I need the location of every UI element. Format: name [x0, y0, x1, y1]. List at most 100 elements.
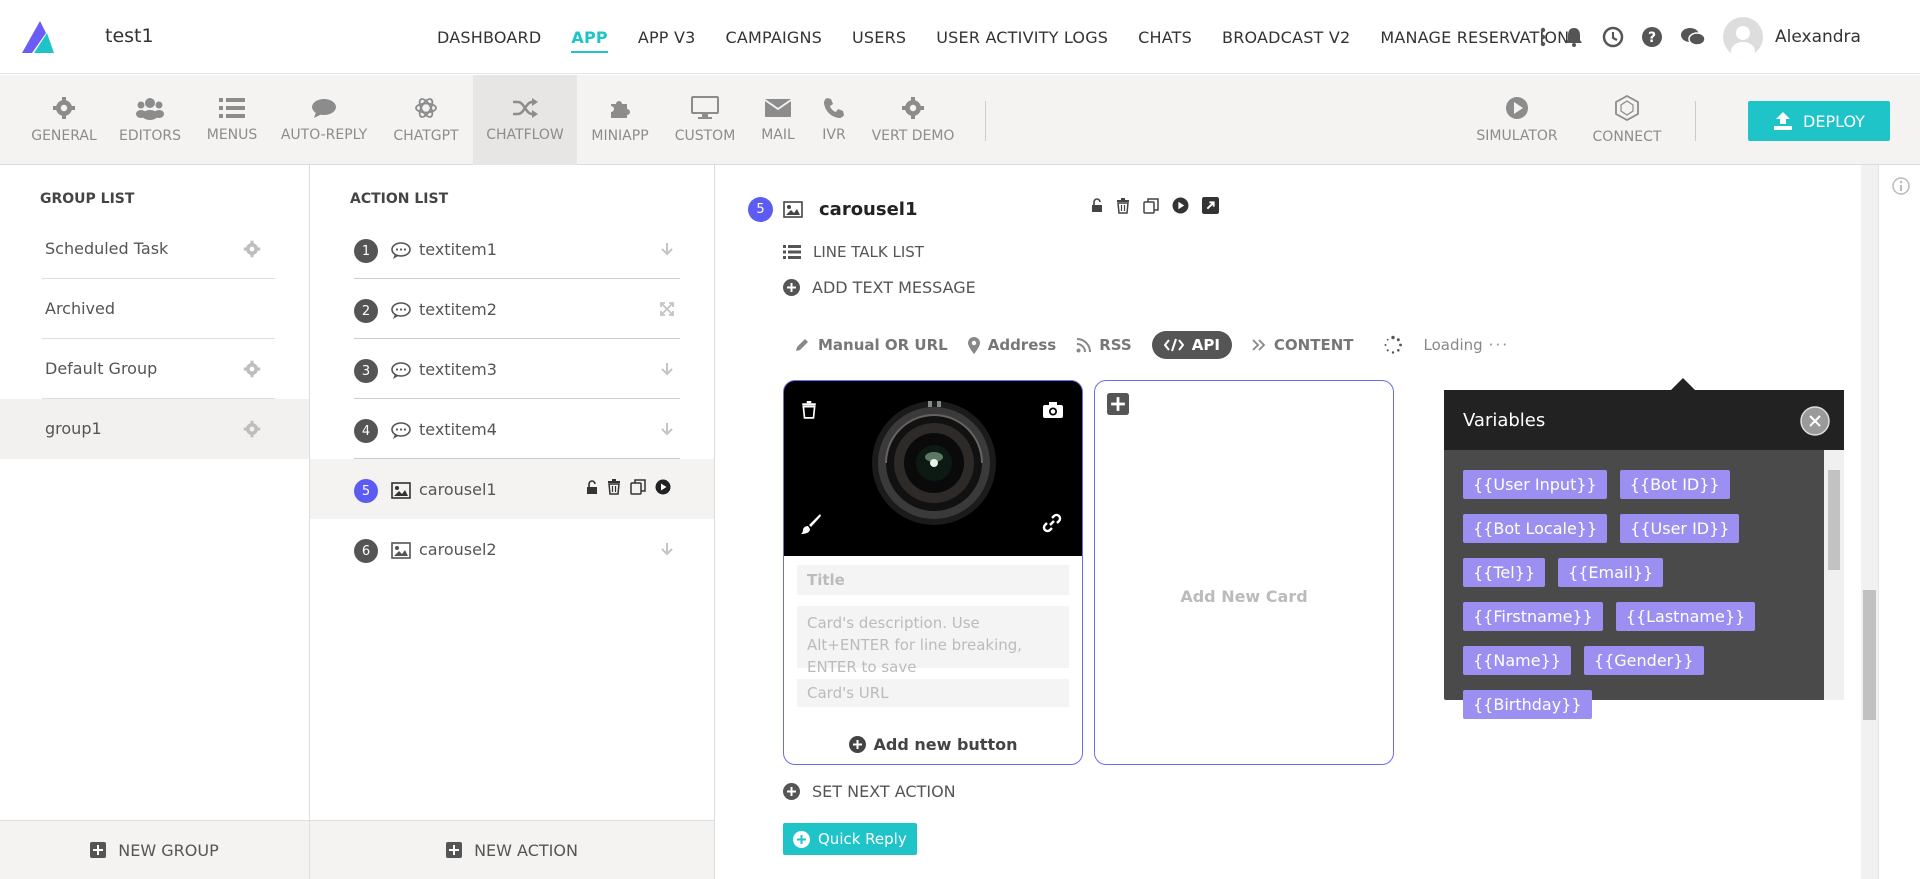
- gear-icon[interactable]: [243, 240, 261, 258]
- nav-broadcast-v2[interactable]: BROADCAST V2: [1222, 22, 1350, 53]
- action-item-textitem1[interactable]: 1 textitem1: [310, 219, 714, 279]
- action-item-textitem4[interactable]: 4 textitem4: [310, 399, 714, 459]
- unlock-icon[interactable]: [586, 479, 598, 495]
- toolbar-miniapp[interactable]: MINIAPP: [590, 75, 650, 165]
- variable-chip[interactable]: {{Name}}: [1463, 646, 1571, 675]
- deploy-button[interactable]: DEPLOY: [1748, 101, 1890, 141]
- tab-manual-or-url[interactable]: Manual OR URL: [794, 336, 948, 354]
- brush-icon[interactable]: [800, 513, 822, 535]
- group-item-default-group[interactable]: Default Group: [0, 339, 309, 399]
- action-item-carousel1[interactable]: 5 carousel1: [310, 459, 714, 519]
- toolbar-simulator[interactable]: SIMULATOR: [1476, 75, 1558, 165]
- variable-chip[interactable]: {{Tel}}: [1463, 558, 1546, 587]
- main-scrollbar[interactable]: [1861, 165, 1878, 879]
- action-item-textitem3[interactable]: 3 textitem3: [310, 339, 714, 399]
- arrow-down-icon[interactable]: [660, 542, 674, 556]
- chat-icon[interactable]: [1680, 26, 1706, 48]
- gear-icon: [901, 96, 925, 120]
- tab-rss[interactable]: RSS: [1076, 336, 1132, 354]
- card-description-input[interactable]: Card's description. Use Alt+ENTER for li…: [797, 606, 1069, 676]
- variable-chip[interactable]: {{User ID}}: [1620, 514, 1740, 543]
- unlock-icon[interactable]: [1091, 198, 1103, 213]
- nav-app[interactable]: APP: [571, 22, 609, 53]
- toolbar-menus[interactable]: MENUS: [204, 75, 260, 165]
- tab-address[interactable]: Address: [967, 336, 1056, 354]
- variable-chip[interactable]: {{Bot Locale}}: [1463, 514, 1608, 543]
- toolbar-auto-reply[interactable]: AUTO-REPLY: [281, 75, 367, 165]
- variable-chip[interactable]: {{Lastname}}: [1615, 602, 1756, 631]
- camera-icon[interactable]: [1042, 401, 1064, 419]
- action-item-textitem2[interactable]: 2 textitem2: [310, 279, 714, 339]
- tab-content[interactable]: CONTENT: [1252, 336, 1353, 354]
- copy-icon[interactable]: [630, 479, 646, 495]
- arrow-down-icon[interactable]: [660, 422, 674, 436]
- play-circle-icon[interactable]: [1172, 197, 1189, 214]
- quick-reply-button[interactable]: Quick Reply: [783, 823, 917, 855]
- nav-dashboard[interactable]: DASHBOARD: [437, 22, 541, 53]
- variable-chip[interactable]: {{Birthday}}: [1463, 690, 1592, 719]
- plus-square-icon[interactable]: [1107, 393, 1129, 415]
- arrow-down-icon[interactable]: [660, 242, 674, 256]
- link-icon[interactable]: [1042, 513, 1062, 533]
- arrow-down-icon[interactable]: [660, 362, 674, 376]
- history-icon[interactable]: [1602, 26, 1624, 48]
- nav-app-v3[interactable]: APP V3: [638, 22, 696, 53]
- variable-chip[interactable]: {{User Input}}: [1463, 470, 1607, 499]
- toolbar-ivr[interactable]: IVR: [818, 75, 850, 165]
- add-new-card[interactable]: Add New Card: [1094, 380, 1394, 765]
- card-image[interactable]: [784, 381, 1082, 556]
- nav-user-activity-logs[interactable]: USER ACTIVITY LOGS: [936, 22, 1108, 53]
- variable-chip[interactable]: {{Email}}: [1558, 558, 1664, 587]
- avatar[interactable]: [1723, 17, 1763, 57]
- nav-users[interactable]: USERS: [852, 22, 906, 53]
- group-item-archived[interactable]: Archived: [0, 279, 309, 339]
- bell-icon[interactable]: [1563, 26, 1585, 48]
- toolbar-editors[interactable]: EDITORS: [118, 75, 182, 165]
- close-icon[interactable]: [1800, 406, 1830, 436]
- trash-icon[interactable]: [1116, 197, 1130, 214]
- card-title-input[interactable]: Title: [797, 565, 1069, 595]
- play-circle-icon[interactable]: [655, 479, 671, 495]
- toolbar-mail[interactable]: MAIL: [758, 75, 798, 165]
- external-link-icon[interactable]: [1202, 197, 1219, 214]
- toolbar-custom[interactable]: CUSTOM: [672, 75, 738, 165]
- line-talk-list-link[interactable]: LINE TALK LIST: [783, 243, 924, 261]
- trash-icon[interactable]: [607, 479, 621, 495]
- item-tools: [1091, 197, 1232, 214]
- more-vertical-icon[interactable]: [1540, 27, 1546, 47]
- variable-chip[interactable]: {{Firstname}}: [1463, 602, 1603, 631]
- help-icon[interactable]: ?: [1641, 26, 1663, 48]
- add-new-button[interactable]: Add new button: [784, 735, 1082, 754]
- trash-icon[interactable]: [801, 401, 817, 419]
- card-url-input[interactable]: Card's URL: [797, 679, 1069, 707]
- new-action-button[interactable]: NEW ACTION: [310, 820, 714, 879]
- user-name[interactable]: Alexandra: [1775, 27, 1861, 47]
- plus-square-icon: [90, 842, 107, 858]
- item-title[interactable]: carousel1: [819, 199, 918, 220]
- tab-api[interactable]: API: [1151, 331, 1232, 359]
- toolbar-chatflow[interactable]: CHATFLOW: [473, 75, 577, 165]
- group-item-group1[interactable]: group1: [0, 399, 309, 459]
- gear-icon[interactable]: [243, 360, 261, 378]
- toolbar-vert-demo[interactable]: VERT DEMO: [872, 75, 954, 165]
- toolbar-chatgpt[interactable]: CHATGPT: [390, 75, 462, 165]
- expand-arrows-icon[interactable]: [660, 302, 674, 316]
- app-logo[interactable]: [20, 19, 56, 55]
- variable-chip[interactable]: {{Gender}}: [1583, 646, 1704, 675]
- toolbar-general[interactable]: GENERAL: [28, 75, 100, 165]
- copy-icon[interactable]: [1143, 197, 1159, 214]
- toolbar-connect[interactable]: CONNECT: [1590, 75, 1664, 165]
- variables-scrollbar[interactable]: [1824, 450, 1844, 700]
- action-item-tools: [586, 479, 680, 495]
- nav-campaigns[interactable]: CAMPAIGNS: [725, 22, 822, 53]
- nav-chats[interactable]: CHATS: [1138, 22, 1192, 53]
- variable-chip[interactable]: {{Bot ID}}: [1619, 470, 1730, 499]
- users-icon: [136, 96, 164, 120]
- action-item-carousel2[interactable]: 6 carousel2: [310, 519, 714, 579]
- info-icon[interactable]: [1892, 177, 1910, 195]
- new-group-button[interactable]: NEW GROUP: [0, 820, 309, 879]
- gear-icon[interactable]: [243, 420, 261, 438]
- set-next-action-link[interactable]: SET NEXT ACTION: [783, 782, 956, 801]
- add-text-message-link[interactable]: ADD TEXT MESSAGE: [783, 278, 976, 297]
- group-item-scheduled-task[interactable]: Scheduled Task: [0, 219, 309, 279]
